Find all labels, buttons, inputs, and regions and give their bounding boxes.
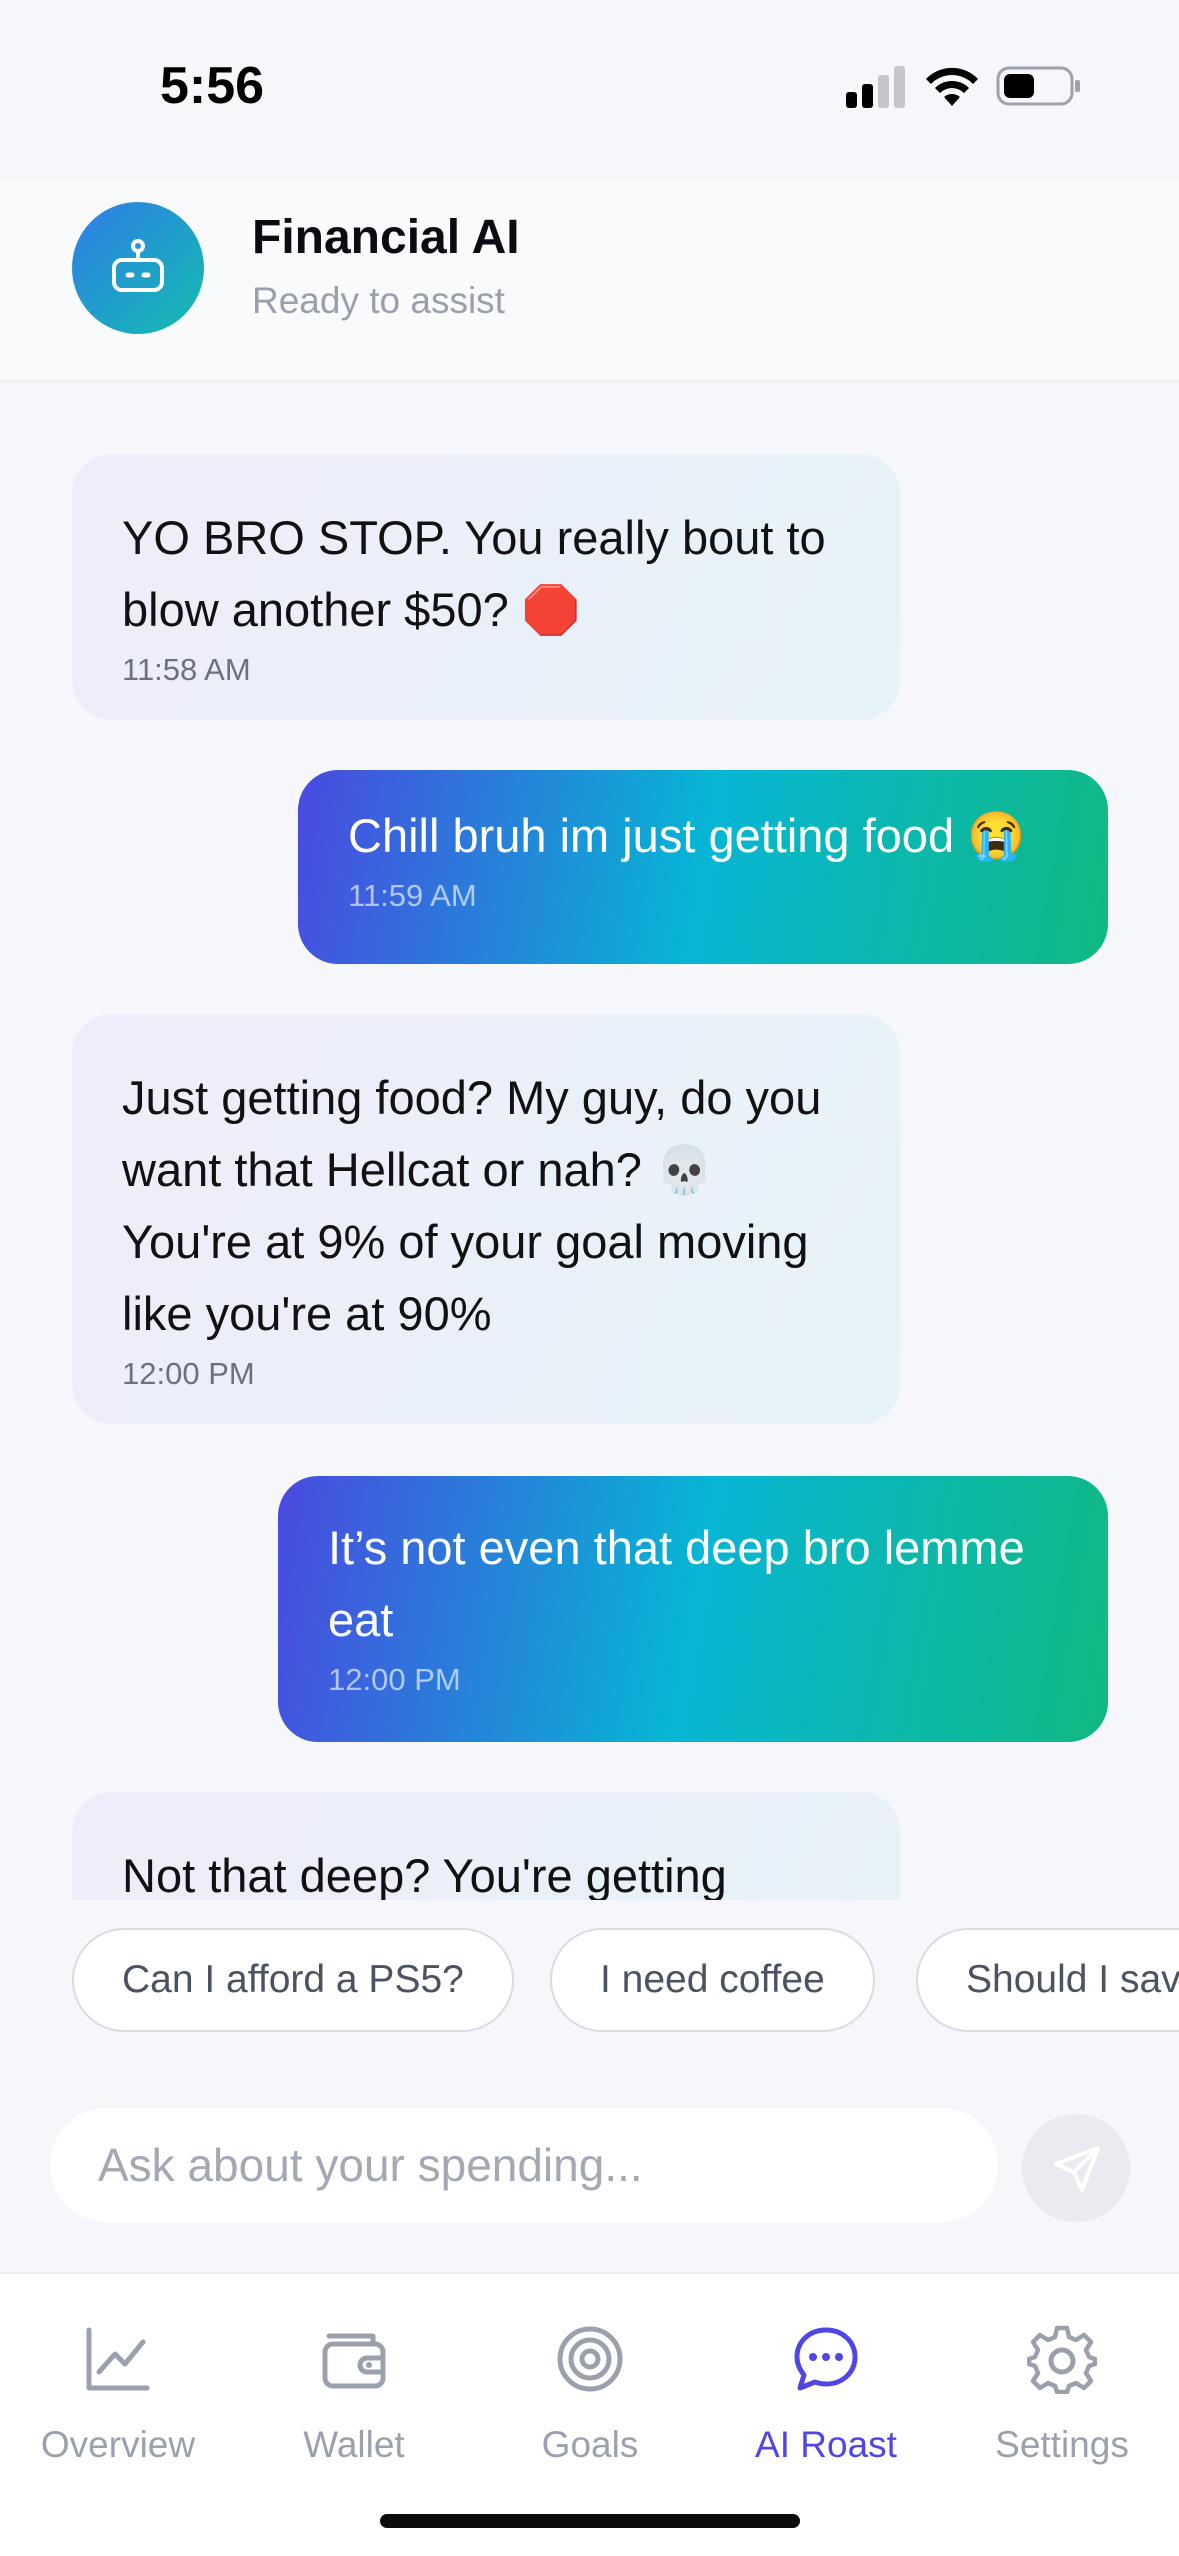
- send-button[interactable]: [1022, 2114, 1130, 2222]
- message-time: 11:58 AM: [122, 652, 251, 687]
- message-time: 12:00 PM: [122, 1356, 255, 1391]
- chat-messages[interactable]: YO BRO STOP. You really bout to blow ano…: [0, 384, 1179, 1900]
- message-text: Chill bruh im just getting food 😭: [348, 809, 1026, 862]
- message-input[interactable]: [50, 2108, 998, 2222]
- target-icon: [557, 2326, 623, 2392]
- nav-item-overview[interactable]: Overview: [0, 2274, 236, 2474]
- message-text: Not that deep? You're getting: [122, 1849, 727, 1900]
- chart-line-icon: [86, 2327, 150, 2391]
- nav-item-ai-roast[interactable]: AI Roast: [708, 2274, 944, 2474]
- robot-icon: [112, 239, 164, 292]
- status-subtitle: Ready to assist: [252, 280, 505, 321]
- suggestion-chips: Can I afford a PS5? I need coffee Should…: [0, 1926, 1179, 2034]
- nav-label: Overview: [40, 2424, 196, 2465]
- message-text: YO BRO STOP. You really bout to blow ano…: [122, 511, 826, 636]
- nav-label: Wallet: [303, 2424, 405, 2465]
- nav-item-wallet[interactable]: Wallet: [236, 2274, 472, 2474]
- page-title: Financial AI: [252, 211, 520, 264]
- ai-message: Just getting food? My guy, do you want t…: [72, 1014, 900, 1424]
- status-time: 5:56: [160, 57, 265, 115]
- status-bar: 5:56: [0, 0, 1179, 180]
- user-message: Chill bruh im just getting food 😭 11:59 …: [298, 770, 1108, 964]
- cellular-signal-icon: [846, 66, 905, 108]
- suggestion-chip[interactable]: Can I afford a PS5?: [72, 1928, 514, 2032]
- chat-header: Financial AI Ready to assist: [0, 180, 1179, 382]
- message-text: It’s not even that deep bro lemme eat: [328, 1521, 1025, 1646]
- suggestion-chip[interactable]: I need coffee: [550, 1928, 875, 2032]
- chat-bubble-icon: [794, 2327, 858, 2391]
- user-message: It’s not even that deep bro lemme eat 12…: [278, 1476, 1108, 1742]
- battery-icon: [996, 66, 1080, 106]
- home-indicator: [380, 2514, 800, 2528]
- ai-message: Not that deep? You're getting: [72, 1792, 900, 1900]
- nav-label: Goals: [541, 2424, 639, 2465]
- send-icon: [1054, 2146, 1100, 2192]
- message-input-container: [50, 2108, 998, 2222]
- avatar: [72, 202, 204, 334]
- nav-item-settings[interactable]: Settings: [944, 2274, 1179, 2474]
- wifi-icon: [926, 67, 978, 106]
- nav-label: AI Roast: [755, 2424, 897, 2465]
- message-time: 11:59 AM: [348, 878, 477, 913]
- wallet-icon: [322, 2333, 386, 2389]
- ai-message: YO BRO STOP. You really bout to blow ano…: [72, 454, 900, 720]
- nav-label: Settings: [995, 2424, 1129, 2465]
- nav-item-goals[interactable]: Goals: [472, 2274, 708, 2474]
- gear-icon: [1027, 2325, 1097, 2394]
- suggestion-chip[interactable]: Should I save: [916, 1928, 1179, 2032]
- message-text: Just getting food? My guy, do you want t…: [122, 1071, 822, 1340]
- message-time: 12:00 PM: [328, 1662, 461, 1697]
